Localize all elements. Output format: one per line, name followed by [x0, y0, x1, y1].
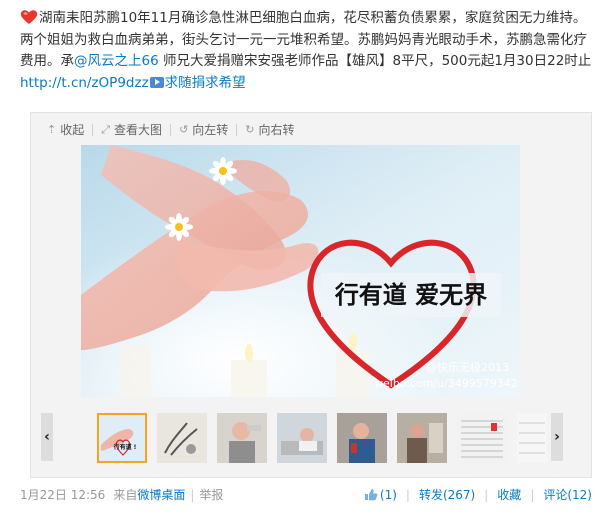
- post-body-3[interactable]: 求随捐求希望: [165, 75, 246, 91]
- post-text: 湖南耒阳苏鹏10年11月确诊急性淋巴细胞白血病，花尽积蓄负债累累，家庭贫困无力维…: [20, 8, 592, 94]
- collapse-button[interactable]: ⇡ 收起: [39, 121, 92, 138]
- media-toolbar: ⇡ 收起 ⤢ 查看大图 ↺ 向左转 ↻ 向右转: [39, 121, 303, 138]
- rotate-right-button[interactable]: ↻ 向右转: [237, 121, 302, 138]
- watermark-user: @快乐无极2013: [426, 360, 509, 374]
- comment-link[interactable]: 评论(12): [543, 486, 592, 503]
- view-large-icon: ⤢: [101, 122, 111, 136]
- thumbnail[interactable]: 行有道 !: [97, 413, 147, 463]
- thumbnail[interactable]: [517, 413, 547, 463]
- post-time-link[interactable]: 1月22日 12:56: [20, 486, 105, 503]
- media-box: ⇡ 收起 ⤢ 查看大图 ↺ 向左转 ↻ 向右转 行有道 爱无界 @快乐无极201…: [30, 112, 592, 478]
- favorite-link[interactable]: 收藏: [497, 486, 521, 503]
- source-link[interactable]: 微博桌面: [137, 488, 185, 502]
- main-image[interactable]: 行有道 爱无界 @快乐无极2013 weibo.com/u/3499579342: [81, 145, 520, 397]
- short-url-link[interactable]: http://t.cn/zOP9dzz: [20, 75, 149, 91]
- rotate-left-button[interactable]: ↺ 向左转: [171, 121, 236, 138]
- thumbnail[interactable]: [457, 413, 507, 463]
- view-large-button[interactable]: ⤢ 查看大图: [93, 121, 170, 138]
- heart-icon: [20, 9, 38, 25]
- collapse-icon: ⇡: [47, 123, 57, 136]
- watermark-url: weibo.com/u/3499579342: [374, 377, 518, 390]
- thumbnail[interactable]: [337, 413, 387, 463]
- rotate-left-icon: ↺: [179, 123, 189, 136]
- video-icon[interactable]: [149, 76, 164, 88]
- report-link[interactable]: 举报: [199, 486, 223, 503]
- rotate-right-icon: ↻: [245, 123, 255, 136]
- post-footer: 1月22日 12:56 来自 微博桌面 | 举报 (1) | 转发(267) |…: [20, 486, 592, 503]
- thumbnail[interactable]: [397, 413, 447, 463]
- source-prefix: 来自: [113, 488, 138, 502]
- action-bar: (1) | 转发(267) | 收藏 | 评论(12): [364, 486, 592, 503]
- svg-text:行有道 !: 行有道 !: [113, 443, 137, 451]
- mention-link[interactable]: @风云之上66: [74, 53, 159, 69]
- thumbnail[interactable]: [217, 413, 267, 463]
- like-button[interactable]: (1): [364, 488, 397, 502]
- repost-link[interactable]: 转发(267): [419, 486, 475, 503]
- post-body-2: 师兄大爱捐赠宋安强老师作品【雄风】8平尺，500元起1月30日22时止: [158, 53, 592, 69]
- thumbnail[interactable]: [277, 413, 327, 463]
- slogan-text: 行有道 爱无界: [334, 281, 487, 309]
- chevron-left-icon[interactable]: ‹: [41, 413, 53, 461]
- chevron-right-icon[interactable]: ›: [551, 413, 563, 461]
- thumbnail-strip: ‹ 行有道 ! ›: [37, 409, 583, 465]
- thumb-up-icon: [364, 489, 378, 501]
- thumbnail[interactable]: [157, 413, 207, 463]
